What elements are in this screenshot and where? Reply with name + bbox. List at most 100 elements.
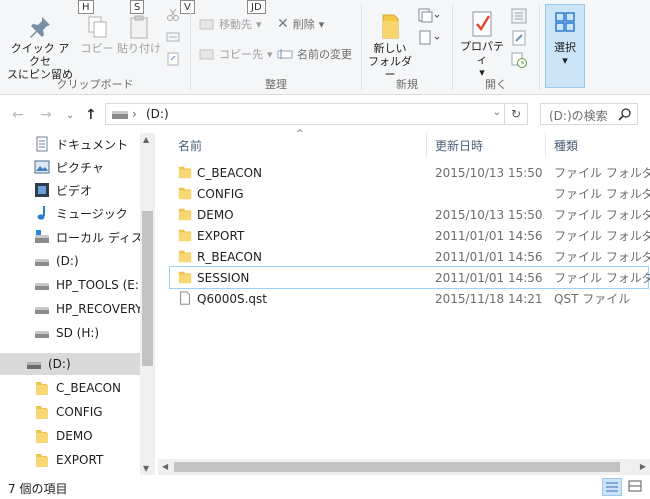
nav-scroll-thumb[interactable] [142, 211, 153, 366]
nav-item-music[interactable]: ミュージック [0, 202, 155, 224]
scroll-up-icon[interactable]: ▲ [143, 135, 149, 144]
nav-tree-folder[interactable]: DEMO [0, 425, 155, 447]
paste-icon [130, 15, 148, 39]
copy-path-icon[interactable] [166, 30, 180, 47]
music-icon [37, 206, 45, 220]
details-view-icon [606, 482, 618, 492]
file-name: C_BEACON [197, 165, 262, 180]
refresh-icon[interactable]: ↻ [504, 104, 527, 124]
search-icon [618, 108, 631, 121]
drive-icon [112, 111, 128, 119]
properties-button[interactable]: プロパティ ▾ [455, 10, 509, 79]
file-date: 2011/01/01 14:56 [435, 270, 543, 285]
nav-item-drive-d[interactable]: (D:) [0, 250, 155, 272]
nav-tree-drive-d[interactable]: (D:) [0, 353, 155, 375]
folder-icon [36, 454, 48, 467]
horizontal-scrollbar[interactable]: ◀ ▶ [158, 459, 650, 475]
organize-group-label: 整理 [265, 78, 287, 91]
ribbon: H S V JD クイック アクセ スにピン留め コピー 貼り付け クリップボー… [0, 0, 650, 95]
item-count: 7 個の項目 [8, 482, 68, 496]
select-grid-icon [555, 12, 575, 32]
horizontal-scroll-thumb[interactable] [174, 462, 620, 472]
pin-quick-access-button[interactable]: クイック アクセ スにピン留め [6, 14, 74, 81]
organize-group: 移動先 ▾ コピー先 ▾ ✕ 削除 ▾ 名前の変更 整理 [191, 0, 361, 94]
file-type: ファイル フォルダー [554, 187, 650, 201]
copy-to-button[interactable]: コピー先 ▾ [199, 46, 273, 62]
search-box[interactable]: (D:)の検索 [540, 103, 638, 125]
file-row[interactable]: C_BEACON 2015/10/13 15:50 ファイル フォルダー [170, 162, 650, 183]
pin-label-line1: クイック アクセ [10, 42, 70, 68]
copy-button[interactable]: コピー [80, 14, 114, 55]
file-type: ファイル フォルダー [554, 208, 650, 222]
column-divider[interactable] [545, 133, 546, 157]
scroll-down-icon[interactable]: ▼ [143, 464, 149, 473]
nav-item-pictures[interactable]: ピクチャ [0, 156, 155, 178]
open-group: プロパティ ▾ 開く [453, 0, 539, 94]
details-view-button[interactable] [602, 478, 622, 496]
nav-item-videos[interactable]: ビデオ [0, 179, 155, 201]
nav-scrollbar[interactable]: ▲ ▼ [140, 133, 155, 475]
nav-item-hp-recovery[interactable]: HP_RECOVERY ( [0, 298, 155, 320]
folder-icon [178, 208, 192, 221]
column-divider[interactable] [426, 133, 427, 157]
delete-x-icon: ✕ [277, 16, 289, 32]
file-row-focused[interactable]: SESSION 2011/01/01 14:56 ファイル フォルダー [169, 266, 650, 289]
large-icons-view-icon [628, 480, 642, 492]
scroll-left-icon[interactable]: ◀ [162, 462, 168, 471]
file-row[interactable]: EXPORT 2011/01/01 14:56 ファイル フォルダー [170, 225, 650, 246]
nav-tree-folder[interactable]: CONFIG [0, 401, 155, 423]
new-folder-button[interactable]: 新しい フォルダー [366, 12, 414, 81]
drive-icon [35, 307, 49, 314]
cut-icon[interactable] [166, 8, 180, 25]
file-date: 2015/10/13 15:50 [435, 207, 543, 222]
file-name: R_BEACON [197, 249, 262, 264]
select-button[interactable]: 選択 ▾ [545, 4, 585, 88]
recent-locations-chevron-icon[interactable]: ⌄ [66, 110, 74, 121]
chevron-down-icon: ▾ [267, 47, 273, 61]
new-item-icon[interactable] [418, 8, 440, 27]
file-row[interactable]: Q6000S.qst 2015/11/18 14:21 QST ファイル [170, 288, 648, 309]
nav-item-local-disk[interactable]: ローカル ディスク (C [0, 226, 155, 248]
address-bar[interactable]: › (D:) ⌄ ↻ [105, 103, 528, 125]
address-path[interactable]: (D:) [146, 107, 169, 121]
file-date: 2011/01/01 14:56 [435, 249, 543, 264]
delete-button[interactable]: ✕ 削除 ▾ [277, 16, 324, 32]
rename-icon [277, 49, 293, 59]
easy-access-icon[interactable] [418, 30, 440, 49]
column-header-date[interactable]: 更新日時 [435, 133, 483, 157]
copy-folder-icon [199, 49, 214, 60]
back-arrow-icon[interactable]: ← [12, 107, 24, 123]
file-type: ファイル フォルダー [554, 166, 650, 180]
nav-item-sd[interactable]: SD (H:) [0, 322, 155, 344]
nav-item-documents[interactable]: ドキュメント [0, 133, 155, 155]
history-icon[interactable] [511, 52, 527, 71]
address-dropdown-icon[interactable]: ⌄ [493, 107, 501, 118]
file-date: 2011/01/01 14:56 [435, 228, 543, 243]
file-row[interactable]: CONFIG ファイル フォルダー [170, 183, 650, 204]
move-to-button[interactable]: 移動先 ▾ [199, 16, 262, 32]
nav-tree-folder[interactable]: EXPORT [0, 449, 155, 471]
scroll-right-icon[interactable]: ▶ [640, 462, 646, 471]
forward-arrow-icon[interactable]: → [40, 107, 52, 123]
rename-button[interactable]: 名前の変更 [277, 46, 352, 62]
open-icon[interactable] [511, 8, 527, 27]
file-row[interactable]: DEMO 2015/10/13 15:50 ファイル フォルダー [170, 204, 650, 225]
breadcrumb-separator: › [132, 107, 137, 121]
file-row[interactable]: R_BEACON 2011/01/01 14:56 ファイル フォルダー [170, 246, 650, 267]
clipboard-group: クイック アクセ スにピン留め コピー 貼り付け クリップボード [0, 0, 190, 94]
folder-icon [36, 382, 48, 395]
search-input[interactable]: (D:)の検索 [549, 107, 608, 124]
up-arrow-icon[interactable]: ↑ [85, 107, 97, 123]
nav-item-hp-tools[interactable]: HP_TOOLS (E:) [0, 274, 155, 296]
edit-icon[interactable] [511, 30, 527, 49]
nav-tree-folder[interactable]: C_BEACON [0, 377, 155, 399]
paste-shortcut-icon[interactable] [166, 52, 180, 69]
file-date: 2015/10/13 15:50 [435, 165, 543, 180]
select-group: 選択 ▾ [540, 0, 588, 94]
large-icons-view-button[interactable] [626, 478, 646, 496]
column-header-type[interactable]: 種類 [554, 133, 578, 157]
clipboard-group-label: クリップボード [56, 78, 134, 91]
file-icon [180, 291, 190, 305]
paste-button[interactable]: 貼り付け [116, 14, 162, 55]
column-header-name[interactable]: 名前 [178, 133, 202, 157]
